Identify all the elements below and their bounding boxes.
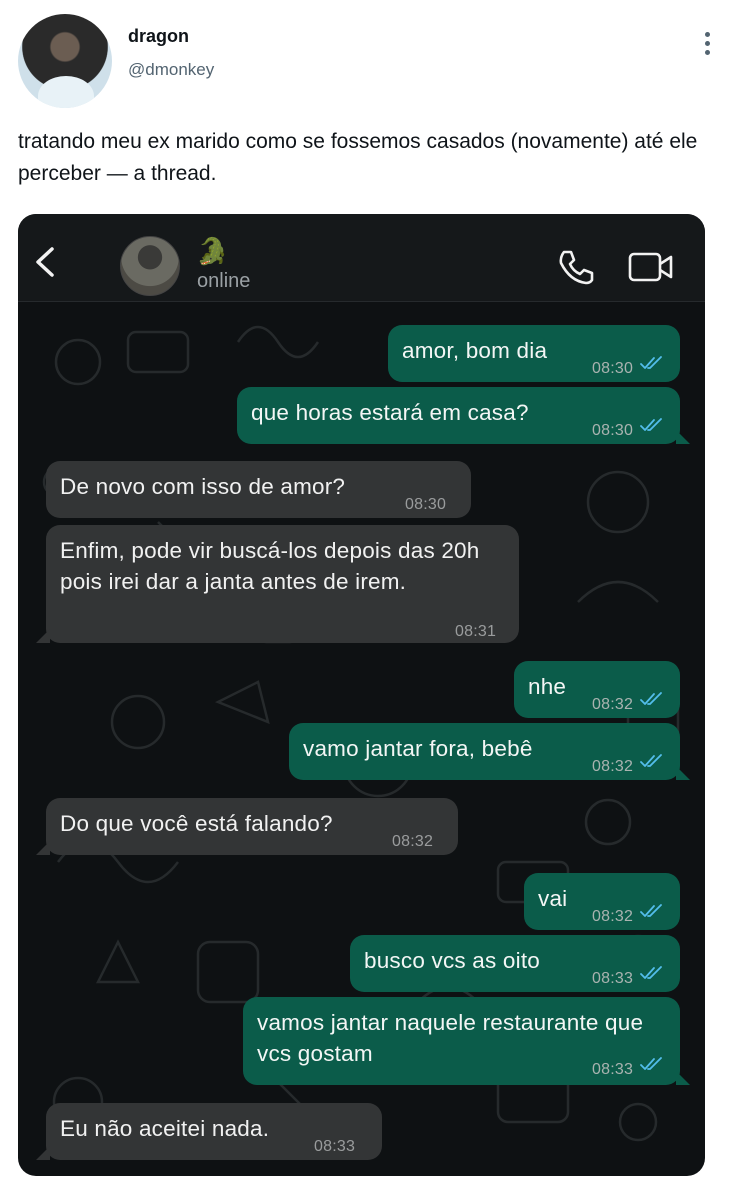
incoming-message[interactable]: Eu não aceitei nada. 08:33 — [36, 1103, 382, 1160]
read-receipt-icon — [640, 418, 662, 431]
bubble-tail — [676, 430, 690, 444]
chat-header: 🐊 online — [18, 214, 705, 302]
incoming-message[interactable]: Do que você está falando? 08:32 — [36, 798, 458, 855]
outgoing-message[interactable]: busco vcs as oito 08:33 — [350, 935, 680, 992]
outgoing-message[interactable]: vamos jantar naquele restaurante que vcs… — [243, 997, 690, 1085]
tweet-media-screenshot[interactable]: 🐊 online amor, bom dia 08:30 que horas est… — [18, 214, 705, 1176]
bubble-tail — [36, 1146, 50, 1160]
bubble-tail — [676, 1071, 690, 1085]
read-receipt-icon — [640, 692, 662, 705]
message-timestamp: 08:31 — [455, 623, 497, 640]
message-timestamp: 08:30 — [592, 360, 634, 377]
incoming-message[interactable]: De novo com isso de amor? 08:30 — [46, 461, 471, 518]
read-receipt-icon — [640, 966, 662, 979]
author-display-name[interactable]: dragon — [128, 26, 189, 47]
outgoing-message[interactable]: amor, bom dia 08:30 — [388, 325, 680, 382]
back-arrow-icon[interactable] — [32, 246, 58, 278]
contact-name-emoji[interactable]: 🐊 — [196, 236, 228, 267]
author-avatar[interactable] — [18, 14, 112, 108]
message-timestamp: 08:32 — [392, 833, 434, 850]
tweet-header: dragon @dmonkey — [0, 0, 746, 120]
message-timestamp: 08:32 — [592, 758, 634, 775]
message-text: Enfim, pode vir buscá-los depois das 20h… — [60, 538, 480, 594]
outgoing-message[interactable]: vai 08:32 — [524, 873, 680, 930]
message-text: Do que você está falando? — [60, 811, 333, 836]
incoming-message[interactable]: Enfim, pode vir buscá-los depois das 20h… — [36, 525, 519, 643]
contact-status: online — [197, 270, 251, 292]
message-timestamp: 08:33 — [592, 970, 634, 987]
message-timestamp: 08:32 — [592, 696, 634, 713]
bubble-tail — [36, 629, 50, 643]
message-text: De novo com isso de amor? — [60, 474, 346, 499]
tweet-text: tratando meu ex marido como se fossemos … — [18, 130, 698, 185]
bubble-tail — [676, 766, 690, 780]
message-timestamp: 08:33 — [592, 1061, 634, 1078]
video-call-icon[interactable] — [628, 250, 674, 284]
message-timestamp: 08:33 — [314, 1138, 356, 1155]
read-receipt-icon — [640, 754, 662, 767]
message-timestamp: 08:30 — [405, 496, 447, 513]
message-timestamp: 08:30 — [592, 422, 634, 439]
outgoing-message[interactable]: vamo jantar fora, bebê 08:32 — [289, 723, 690, 780]
read-receipt-icon — [640, 1057, 662, 1070]
outgoing-message[interactable]: nhe 08:32 — [514, 661, 680, 718]
more-options-icon[interactable] — [696, 30, 718, 60]
phone-call-icon[interactable] — [556, 248, 594, 286]
read-receipt-icon — [640, 356, 662, 369]
message-timestamp: 08:32 — [592, 908, 634, 925]
contact-avatar[interactable] — [120, 236, 180, 296]
read-receipt-icon — [640, 904, 662, 917]
outgoing-message[interactable]: que horas estará em casa? 08:30 — [237, 387, 690, 444]
author-handle[interactable]: @dmonkey — [128, 60, 214, 80]
bubble-tail — [36, 841, 50, 855]
